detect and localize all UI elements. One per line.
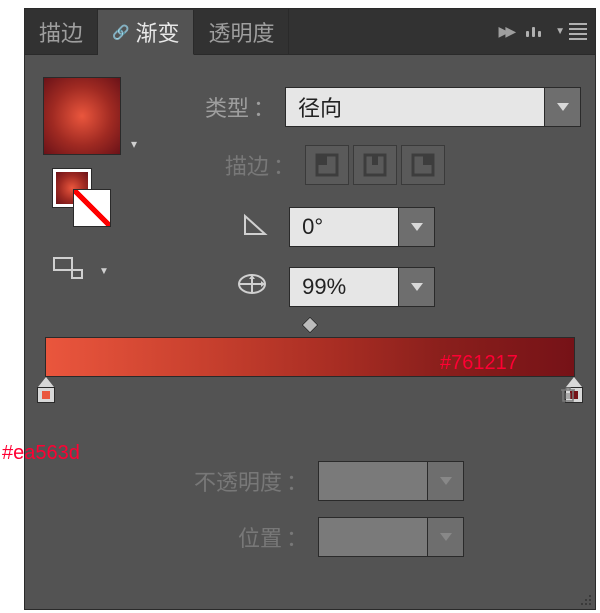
opacity-row: 不透明度 ： [25,461,581,501]
opacity-midpoint-diamond[interactable] [302,317,319,334]
colon: ： [286,521,308,553]
type-select[interactable]: 径向 [285,87,581,127]
reverse-gradient-icon[interactable] [53,257,89,285]
panel-menu-button[interactable]: ▼ [555,23,587,40]
opacity-value [318,461,428,501]
collapse-icon[interactable]: ▶▶ [499,23,513,40]
reverse-gradient-row: ▼ [53,257,165,285]
opacity-input [318,461,464,501]
left-column: ▾ ▼ [25,55,165,285]
opacity-dropdown-icon [428,461,464,501]
fill-stroke-swatches[interactable] [53,169,113,229]
aspect-row: : 99% [179,267,581,307]
resize-grip-icon[interactable] [581,595,591,605]
stop-left-chip [42,391,50,399]
angle-row: : 0° [179,207,581,247]
aspect-input[interactable]: 99% [289,267,435,307]
type-select-dropdown-icon[interactable] [545,87,581,127]
type-row: 类型 ： 径向 [179,87,581,127]
location-input [318,517,464,557]
link-chain-icon: 🔗 [112,24,129,41]
type-select-value: 径向 [285,87,545,127]
chevron-down-icon[interactable]: ▼ [99,266,109,277]
tab-gradient[interactable]: 🔗 渐变 [98,10,194,55]
annotation-left-hex: #ea563d [2,442,80,465]
annotation-right-hex: #761217 [440,352,518,375]
panel-tabbar: 描边 🔗 渐变 透明度 ▶▶ ▼ [25,9,595,55]
stroke-swatch-none[interactable] [73,189,111,227]
dock-icon[interactable] [526,27,541,37]
gradient-preview-swatch[interactable] [43,77,121,155]
color-stop-left[interactable] [35,377,57,403]
delete-stop-icon[interactable] [559,383,577,409]
colon: ： [286,465,308,497]
swatch-menu-icon[interactable]: ▾ [131,137,137,151]
location-row: 位置 ： [25,517,581,557]
angle-value: 0° [289,207,399,247]
controls-area: 类型 ： 径向 描边 ： [165,55,595,307]
colon: ： [273,149,295,181]
stroke-type-within-button[interactable] [305,145,349,185]
gradient-panel: 描边 🔗 渐变 透明度 ▶▶ ▼ ▾ [24,8,596,610]
opacity-label: 不透明度 [142,465,282,497]
tab-stroke-label: 描边 [39,16,83,48]
stroke-type-across-button[interactable] [401,145,445,185]
angle-dropdown-icon[interactable] [399,207,435,247]
tab-gradient-label: 渐变 [135,16,179,48]
stroke-label: 描边 [179,149,269,181]
tab-stroke[interactable]: 描边 [25,9,98,54]
stroke-gradient-type-group [305,145,445,185]
angle-input[interactable]: 0° [289,207,435,247]
stroke-align-row: 描边 ： [179,145,581,185]
angle-icon [241,210,269,244]
aspect-ratio-icon [235,269,269,305]
type-label: 类型 [179,91,249,123]
tab-transparency[interactable]: 透明度 [194,9,289,54]
location-value [318,517,428,557]
aspect-value: 99% [289,267,399,307]
stop-controls: 不透明度 ： 位置 ： [25,461,595,557]
aspect-dropdown-icon[interactable] [399,267,435,307]
location-label: 位置 [142,521,282,553]
tab-transparency-label: 透明度 [208,16,274,48]
location-dropdown-icon [428,517,464,557]
colon: ： [253,91,275,123]
stroke-type-along-button[interactable] [353,145,397,185]
